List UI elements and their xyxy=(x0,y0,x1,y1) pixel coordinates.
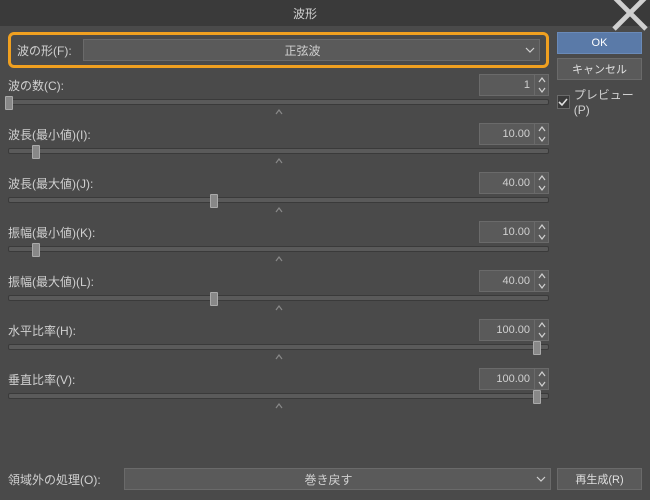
outside-area-label: 領域外の処理(O): xyxy=(8,471,118,488)
param-value: 100.00 xyxy=(480,373,534,385)
param-spinner[interactable]: 100.00 xyxy=(479,319,549,341)
param-label: 振幅(最大値)(L): xyxy=(8,273,118,290)
param-label: 波長(最大値)(J): xyxy=(8,175,118,192)
param-slider[interactable] xyxy=(8,295,549,301)
spinner-up-icon[interactable] xyxy=(535,75,548,85)
chevron-down-icon xyxy=(521,45,539,55)
chevron-up-icon[interactable] xyxy=(8,303,549,315)
param-slider[interactable] xyxy=(8,99,549,105)
waveform-dropdown[interactable]: 正弦波 xyxy=(83,39,540,61)
chevron-up-icon[interactable] xyxy=(8,254,549,266)
spinner-up-icon[interactable] xyxy=(535,124,548,134)
param-slider[interactable] xyxy=(8,148,549,154)
spinner-down-icon[interactable] xyxy=(535,134,548,144)
param-spinner[interactable]: 40.00 xyxy=(479,270,549,292)
param-block: 波の数(C): 1 xyxy=(8,74,549,119)
slider-thumb[interactable] xyxy=(5,96,13,110)
chevron-up-icon[interactable] xyxy=(8,205,549,217)
dialog-title: 波形 xyxy=(0,5,610,22)
close-button[interactable] xyxy=(610,0,650,26)
outside-area-value: 巻き戻す xyxy=(125,471,532,488)
slider-thumb[interactable] xyxy=(210,194,218,208)
check-icon xyxy=(558,97,568,107)
spinner-down-icon[interactable] xyxy=(535,183,548,193)
param-slider[interactable] xyxy=(8,197,549,203)
spinner-down-icon[interactable] xyxy=(535,379,548,389)
param-spinner[interactable]: 1 xyxy=(479,74,549,96)
param-block: 垂直比率(V): 100.00 xyxy=(8,368,549,413)
chevron-up-icon[interactable] xyxy=(8,156,549,168)
preview-label: プレビュー(P) xyxy=(574,86,642,117)
waveform-value: 正弦波 xyxy=(84,42,521,59)
param-value: 40.00 xyxy=(480,177,534,189)
param-value: 40.00 xyxy=(480,275,534,287)
chevron-up-icon[interactable] xyxy=(8,107,549,119)
slider-thumb[interactable] xyxy=(533,341,541,355)
param-slider[interactable] xyxy=(8,344,549,350)
spinner-up-icon[interactable] xyxy=(535,369,548,379)
param-block: 波長(最小値)(I): 10.00 xyxy=(8,123,549,168)
regenerate-button[interactable]: 再生成(R) xyxy=(557,468,642,490)
slider-thumb[interactable] xyxy=(210,292,218,306)
spinner-down-icon[interactable] xyxy=(535,330,548,340)
chevron-up-icon[interactable] xyxy=(8,401,549,413)
param-slider[interactable] xyxy=(8,246,549,252)
chevron-down-icon xyxy=(532,474,550,484)
outside-area-dropdown[interactable]: 巻き戻す xyxy=(124,468,551,490)
spinner-up-icon[interactable] xyxy=(535,271,548,281)
param-value: 1 xyxy=(480,79,534,91)
waveform-label: 波の形(F): xyxy=(17,42,77,59)
param-spinner[interactable]: 10.00 xyxy=(479,123,549,145)
param-value: 100.00 xyxy=(480,324,534,336)
param-block: 振幅(最大値)(L): 40.00 xyxy=(8,270,549,315)
param-block: 水平比率(H): 100.00 xyxy=(8,319,549,364)
param-block: 波長(最大値)(J): 40.00 xyxy=(8,172,549,217)
waveform-row-highlight: 波の形(F): 正弦波 xyxy=(8,32,549,68)
slider-thumb[interactable] xyxy=(32,145,40,159)
slider-thumb[interactable] xyxy=(533,390,541,404)
cancel-button[interactable]: キャンセル xyxy=(557,58,642,80)
param-label: 振幅(最小値)(K): xyxy=(8,224,118,241)
param-slider[interactable] xyxy=(8,393,549,399)
slider-thumb[interactable] xyxy=(32,243,40,257)
chevron-up-icon[interactable] xyxy=(8,352,549,364)
param-label: 垂直比率(V): xyxy=(8,371,118,388)
spinner-down-icon[interactable] xyxy=(535,232,548,242)
param-spinner[interactable]: 10.00 xyxy=(479,221,549,243)
ok-button[interactable]: OK xyxy=(557,32,642,54)
param-label: 波の数(C): xyxy=(8,77,118,94)
preview-checkbox[interactable] xyxy=(557,95,570,109)
spinner-up-icon[interactable] xyxy=(535,320,548,330)
param-value: 10.00 xyxy=(480,226,534,238)
param-value: 10.00 xyxy=(480,128,534,140)
spinner-down-icon[interactable] xyxy=(535,281,548,291)
spinner-down-icon[interactable] xyxy=(535,85,548,95)
spinner-up-icon[interactable] xyxy=(535,222,548,232)
spinner-up-icon[interactable] xyxy=(535,173,548,183)
param-block: 振幅(最小値)(K): 10.00 xyxy=(8,221,549,266)
param-spinner[interactable]: 100.00 xyxy=(479,368,549,390)
param-spinner[interactable]: 40.00 xyxy=(479,172,549,194)
close-icon xyxy=(610,0,650,33)
param-label: 波長(最小値)(I): xyxy=(8,126,118,143)
param-label: 水平比率(H): xyxy=(8,322,118,339)
